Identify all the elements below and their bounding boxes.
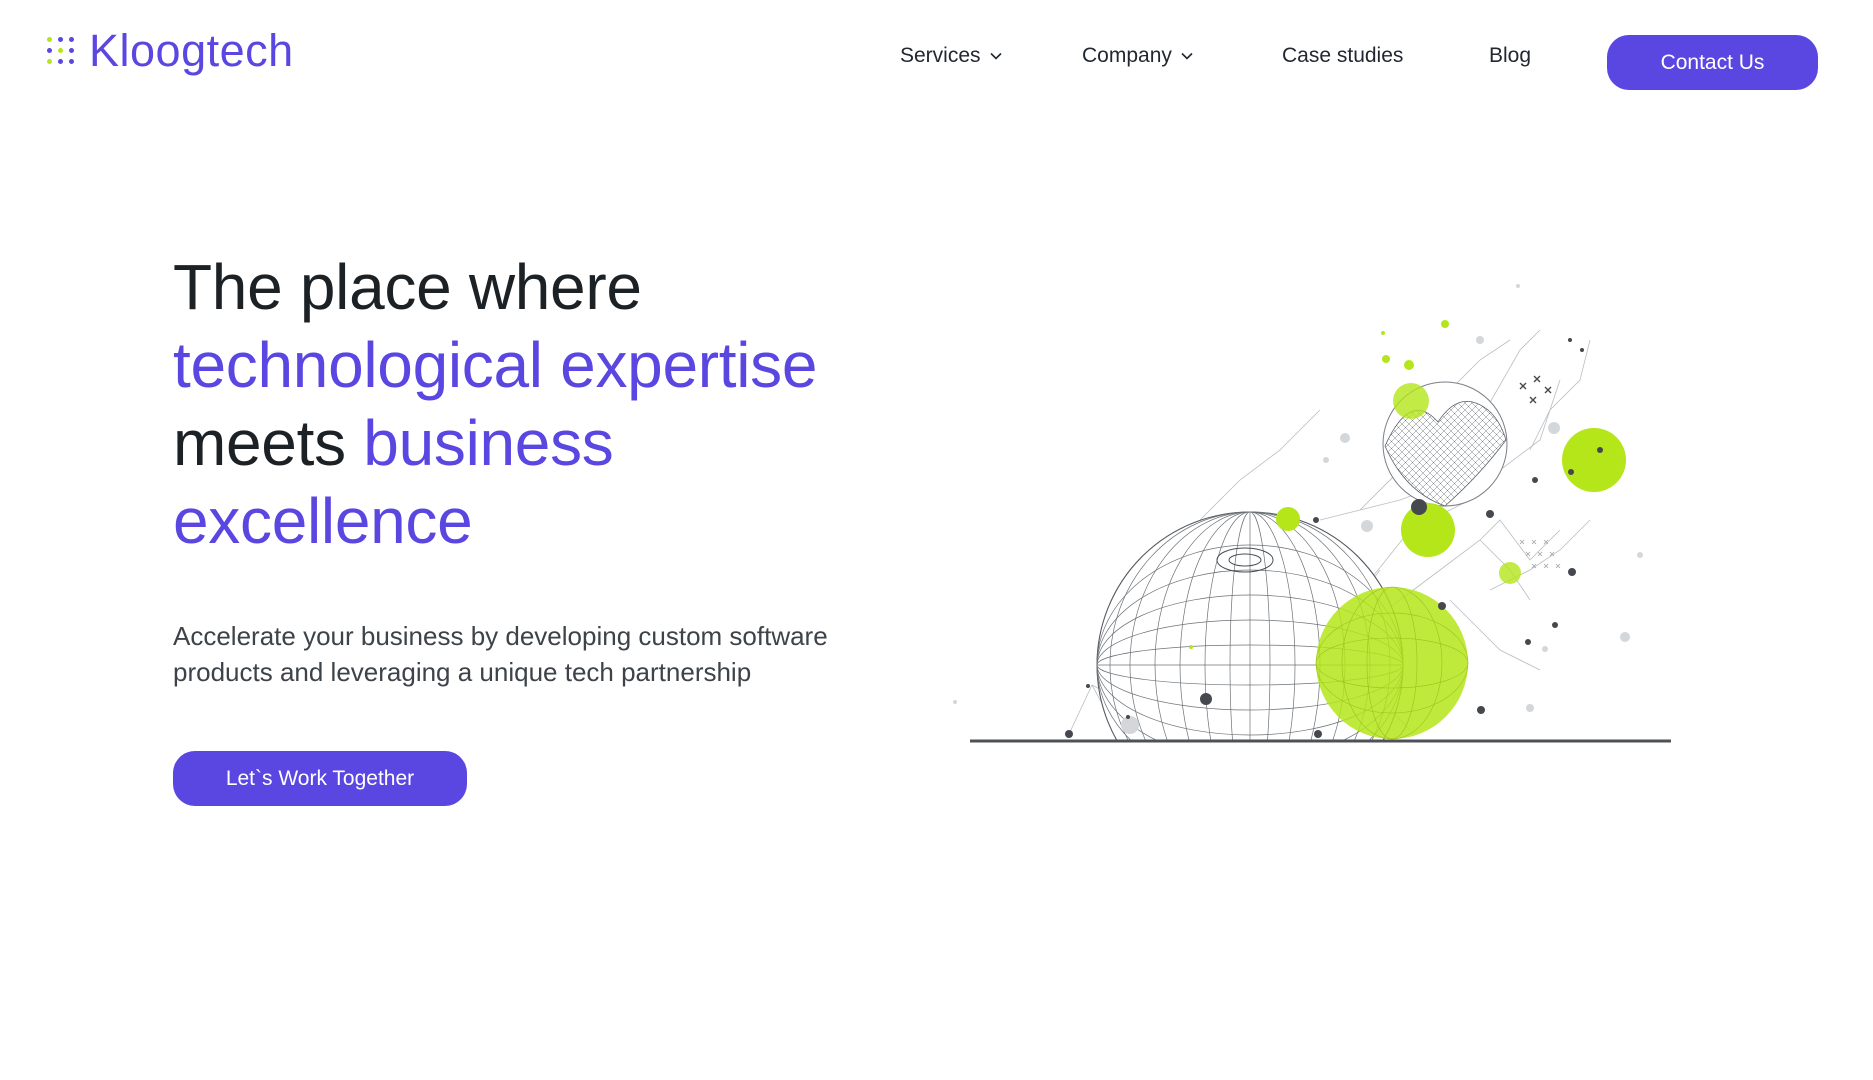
hero-title-accent: technological expertise [173,329,818,401]
site-header: Kloogtech Services Company Case studies … [0,0,1873,120]
nav-item-label: Services [900,44,981,67]
chevron-down-icon [989,52,1002,60]
hero-title-accent: business [363,407,614,479]
main-nav: Services Company Case studies Blog [0,44,1873,74]
x-marks [1519,375,1552,404]
nav-item-label: Case studies [1282,44,1404,67]
nav-item-case-studies[interactable]: Case studies [1282,44,1403,68]
nav-item-company[interactable]: Company [1082,44,1194,68]
network-globe-illustration [953,284,1671,743]
hero-title-plain: meets [173,407,346,479]
hero-title-line1: The place where [173,251,642,323]
hero-title: The place where technological expertise … [173,248,933,560]
hero-subtitle: Accelerate your business by developing c… [173,621,828,687]
nav-item-services[interactable]: Services [900,44,1003,68]
contact-us-button[interactable]: Contact Us [1607,35,1818,90]
work-together-button[interactable]: Let`s Work Together [173,751,467,806]
chevron-down-icon [1181,52,1193,60]
nav-item-blog[interactable]: Blog [1489,44,1531,68]
nav-item-label: Blog [1489,44,1532,67]
hero-title-accent: excellence [173,485,473,557]
nav-item-label: Company [1082,44,1172,67]
